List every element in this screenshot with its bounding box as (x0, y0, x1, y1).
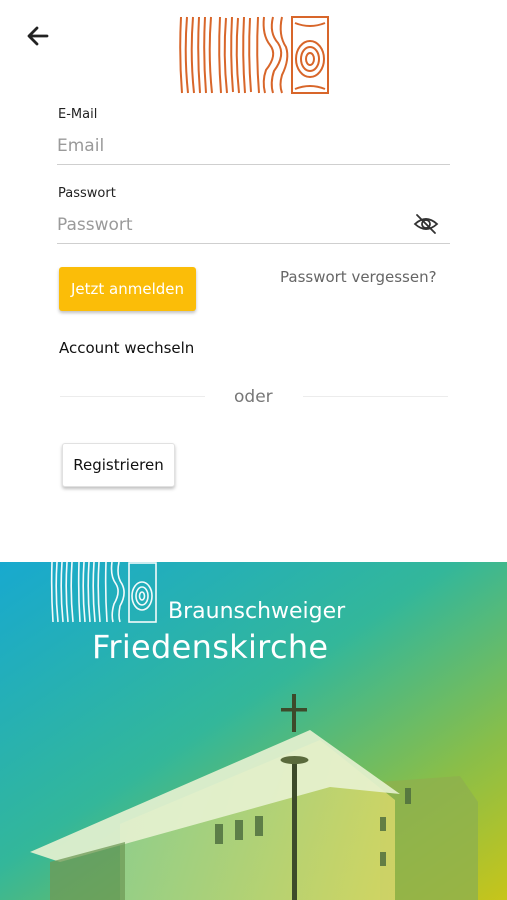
banner-subtitle: Braunschweiger (168, 599, 346, 624)
forgot-password-link[interactable]: Passwort vergessen? (280, 268, 437, 286)
eye-off-icon (413, 214, 439, 234)
toggle-password-visibility-button[interactable] (412, 212, 440, 236)
password-field[interactable] (57, 207, 450, 244)
wood-rings-logo-icon (179, 16, 329, 94)
church-banner: Braunschweiger Friedenskirche (0, 562, 507, 900)
banner-logo (50, 562, 158, 624)
email-field[interactable] (57, 128, 450, 165)
divider-right (303, 396, 448, 397)
switch-account-link[interactable]: Account wechseln (59, 339, 194, 357)
back-button[interactable] (22, 20, 54, 52)
divider-label: oder (234, 387, 273, 407)
password-label: Passwort (58, 186, 116, 201)
arrow-left-icon (27, 26, 49, 46)
wood-rings-logo-white-icon (50, 562, 157, 623)
church-logo (178, 15, 330, 95)
register-button[interactable]: Registrieren (62, 443, 175, 487)
divider-left (60, 396, 205, 397)
login-button[interactable]: Jetzt anmelden (59, 267, 196, 311)
banner-title: Friedenskirche (92, 628, 329, 666)
email-label: E-Mail (58, 107, 98, 122)
